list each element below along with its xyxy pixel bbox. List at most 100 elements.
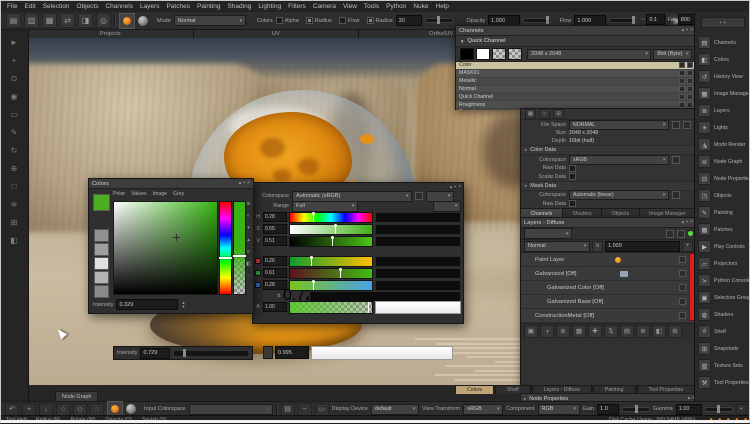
menu-item[interactable]: Layers: [140, 3, 160, 10]
toolbar-icon[interactable]: ▤: [6, 13, 21, 28]
alpha-slider[interactable]: [289, 301, 373, 314]
transform-icon[interactable]: ○: [56, 403, 70, 416]
channel-flag-icon[interactable]: [679, 62, 685, 68]
reset-icon[interactable]: [672, 191, 680, 199]
layer-op-icon[interactable]: ▦: [572, 325, 586, 338]
black-swatch[interactable]: [460, 48, 474, 60]
transform-icon[interactable]: +: [22, 403, 36, 416]
file-space-dropdown[interactable]: NORMAL▾: [569, 120, 669, 130]
palette-sidebar-item[interactable]: ☀ Lights: [695, 119, 750, 136]
palette-sidebar-item[interactable]: ▦ Image Manager: [695, 85, 750, 102]
color-icon[interactable]: ▤: [281, 403, 295, 416]
gamma-slider[interactable]: [705, 407, 733, 412]
gain-field[interactable]: 1.0: [597, 404, 619, 415]
picker-tab[interactable]: Grey: [173, 191, 184, 197]
palette-sidebar-item[interactable]: ▱ Projectors: [695, 255, 750, 272]
layer-row[interactable]: Galvanized [Off]: [521, 267, 696, 281]
tool-icon[interactable]: ◉: [11, 93, 18, 101]
input-colorspace-dropdown[interactable]: ○: [189, 404, 273, 415]
layer-filter-dropdown[interactable]: ▾: [524, 228, 572, 239]
eraser-tool-icon[interactable]: [138, 16, 148, 26]
raw-data-checkbox[interactable]: [569, 165, 576, 172]
viewport-tab[interactable]: UV: [194, 29, 360, 38]
tool-icon[interactable]: ✎: [11, 129, 18, 137]
hue-strip[interactable]: [219, 201, 232, 295]
picker-tab[interactable]: Values: [131, 191, 146, 197]
palette-sidebar-item[interactable]: ▤ Channels: [695, 34, 750, 51]
channel-menu-icon[interactable]: [687, 78, 693, 84]
settings-icon[interactable]: [677, 230, 685, 238]
minimize-icon[interactable]: ▴: [450, 185, 453, 190]
menu-item[interactable]: View: [343, 3, 357, 10]
palette-sidebar-item[interactable]: ↺ History View: [695, 68, 750, 85]
paint-tool-button[interactable]: [119, 13, 135, 29]
filter-icon[interactable]: [666, 230, 674, 238]
menu-item[interactable]: Shading: [227, 3, 251, 10]
status-light-icon[interactable]: ●: [718, 417, 722, 423]
layer-amount-field[interactable]: 1.000: [605, 241, 680, 252]
red-value-field[interactable]: 0.26: [263, 256, 287, 266]
toolbar-icon[interactable]: ◎: [96, 13, 111, 28]
menu-item[interactable]: Camera: [313, 3, 336, 10]
sidebar-dock-button[interactable]: ▪ +: [701, 17, 745, 28]
transform-icon[interactable]: ◇: [73, 403, 87, 416]
close-icon[interactable]: ×: [458, 185, 461, 190]
hue-slider[interactable]: [289, 212, 373, 223]
menu-item[interactable]: Lighting: [258, 3, 281, 10]
transform-icon[interactable]: ↓: [39, 403, 53, 416]
menu-item[interactable]: Tools: [364, 3, 379, 10]
tool-icon[interactable]: +: [12, 57, 17, 65]
tool-icon[interactable]: ⊕: [11, 165, 18, 173]
toolbar-checkbox[interactable]: Alpha: [276, 17, 299, 24]
color-data-section[interactable]: ▸ Color Data: [521, 145, 696, 155]
channel-flag-icon[interactable]: [679, 102, 685, 108]
saturation-value-picker[interactable]: [113, 201, 218, 295]
channel-flag-icon[interactable]: [679, 70, 685, 76]
tool-icon[interactable]: ▭: [10, 111, 18, 119]
menu-item[interactable]: Painting: [197, 3, 221, 10]
gain-slider[interactable]: [622, 407, 650, 412]
drag-handle[interactable]: [263, 346, 273, 359]
mode-dropdown[interactable]: Normal▾: [174, 15, 246, 26]
tool-icon[interactable]: ≋: [11, 201, 18, 209]
menu-item[interactable]: Patches: [166, 3, 190, 10]
channel-menu-icon[interactable]: [687, 94, 693, 100]
picker-option-icon[interactable]: ▴: [247, 237, 250, 243]
reset-icon[interactable]: [672, 121, 680, 129]
channel-menu-icon[interactable]: [687, 70, 693, 76]
layer-visibility-icon[interactable]: [679, 270, 686, 277]
settings-icon[interactable]: [415, 192, 423, 200]
channel-list-item[interactable]: Color: [456, 62, 696, 70]
palette-sidebar-item[interactable]: ≻ Python Console: [695, 272, 750, 289]
add-icon[interactable]: +: [682, 241, 693, 252]
toolbar-checkbox[interactable]: Flow: [339, 17, 360, 24]
status-light-icon[interactable]: ●: [709, 417, 713, 423]
layer-row[interactable]: Galvanized Base [Off]: [521, 295, 696, 309]
gray-swatch[interactable]: [94, 229, 109, 242]
palette-sidebar-item[interactable]: ◳ Objects: [695, 187, 750, 204]
channel-menu-icon[interactable]: [687, 86, 693, 92]
status-light-icon[interactable]: ●: [744, 417, 748, 423]
menu-item[interactable]: File: [7, 3, 17, 10]
gray-swatch[interactable]: [94, 271, 109, 284]
channel-list-item[interactable]: Normal: [456, 86, 696, 94]
view-transform-dropdown[interactable]: sRGB▾: [463, 404, 503, 415]
value-readout[interactable]: [375, 236, 461, 247]
menu-item[interactable]: Help: [436, 3, 449, 10]
red-readout[interactable]: [375, 256, 461, 267]
toolbar-checkbox[interactable]: Radius: [367, 17, 393, 24]
tool-icon[interactable]: □: [12, 183, 17, 191]
channel-list-item[interactable]: MASK01: [456, 70, 696, 78]
picker-option-icon[interactable]: ◐: [247, 213, 250, 219]
transform-icon[interactable]: ◌: [90, 403, 104, 416]
channel-size-dropdown[interactable]: 2048 x 2048▾: [527, 49, 651, 60]
menu-item[interactable]: Python: [386, 3, 406, 10]
toolbar-checkbox[interactable]: Radius: [306, 17, 332, 24]
picker-option-icon[interactable]: ⊕: [246, 201, 250, 207]
layer-visibility-icon[interactable]: [679, 284, 686, 291]
picker-tab[interactable]: Polar: [113, 191, 125, 197]
tool-icon[interactable]: ⊞: [11, 219, 18, 227]
layer-op-icon[interactable]: ⇅: [604, 325, 618, 338]
picker-option-icon[interactable]: ⋯: [246, 273, 251, 279]
menu-item[interactable]: Edit: [24, 3, 35, 10]
